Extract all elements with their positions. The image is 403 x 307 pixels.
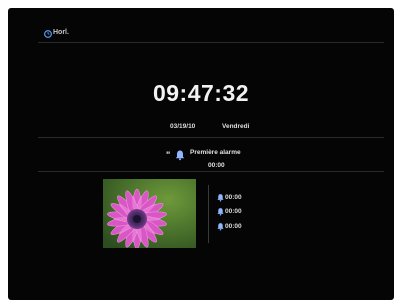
alarm-list-divider (208, 185, 209, 243)
photo-frame (103, 179, 196, 248)
primary-alarm-time[interactable]: 00:00 (208, 162, 225, 169)
clock-screen: Horl. 09:47:32 03/19/10 Vendredi " Premi… (8, 8, 394, 300)
current-date: 03/19/10 (170, 123, 196, 130)
alarm-quote-mark: " (166, 150, 171, 160)
time-divider (38, 137, 384, 138)
alarm-item-time: 00:00 (225, 194, 242, 201)
alarm-item-time: 00:00 (225, 208, 242, 215)
bell-icon (217, 194, 224, 202)
primary-alarm-title[interactable]: Première alarme (190, 149, 241, 156)
alarm-item-time: 00:00 (225, 223, 242, 230)
bell-icon (217, 208, 224, 216)
clock-icon (44, 30, 52, 38)
current-weekday: Vendredi (222, 123, 250, 130)
bell-icon (217, 223, 224, 231)
alarm-divider (38, 171, 384, 172)
header-divider (38, 42, 384, 43)
bell-icon (175, 150, 185, 161)
pink-flower-icon (103, 179, 196, 248)
header-label: Horl. (53, 29, 69, 36)
current-time: 09:47:32 (152, 80, 250, 106)
